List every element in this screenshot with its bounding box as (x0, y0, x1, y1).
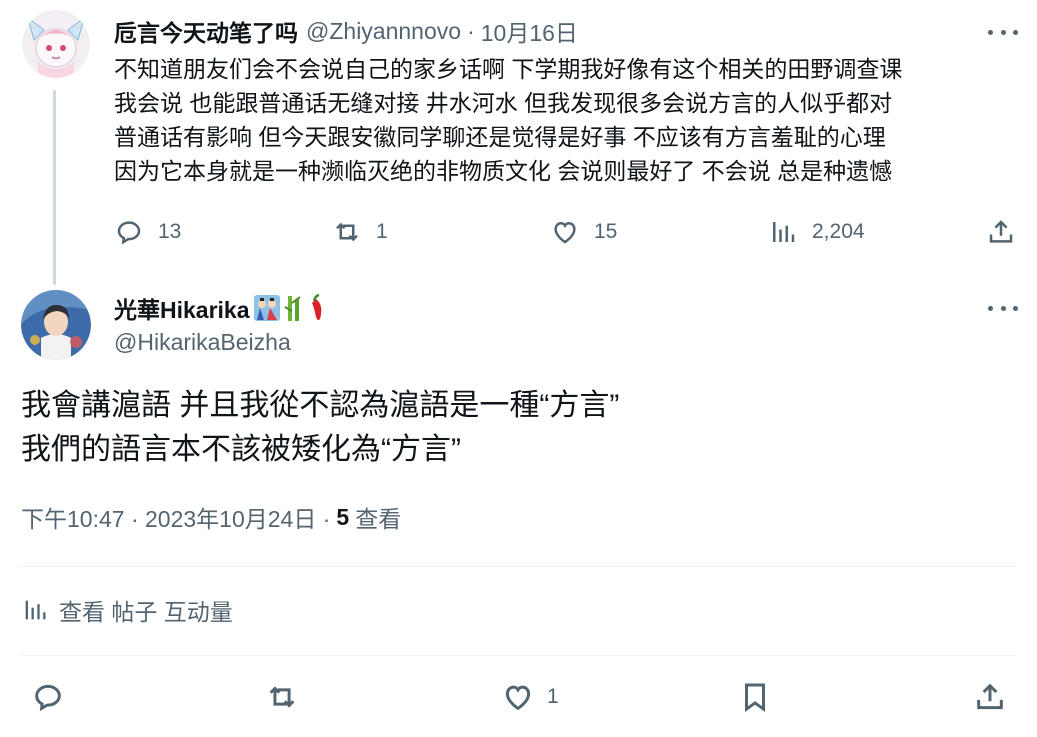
analytics-icon (773, 222, 795, 242)
parent-text-line: 我会说 也能跟普通话无缝对接 井水河水 但我发现很多会说方言的人似乎都对 (114, 90, 893, 116)
parent-reply-button[interactable]: 13 (114, 212, 181, 252)
bookmark-icon (745, 683, 765, 712)
views-count: 5 (336, 503, 350, 530)
emoji-badges (252, 293, 326, 323)
parent-tweet[interactable]: 卮言今天动笔了吗 @Zhiyannnovo · 10月16日 不知道朋友们会不会… (0, 0, 1037, 285)
parent-repost-button[interactable]: 1 (332, 212, 388, 252)
parent-more-icon[interactable] (988, 22, 1018, 42)
parent-tweet-text: 不知道朋友们会不会说自己的家乡话啊 下学期我好像有这个相关的田野调查课 我会说 … (114, 52, 1024, 188)
divider (21, 566, 1017, 567)
separator-dot: · (467, 17, 475, 44)
bamboo-icon (284, 296, 301, 321)
heart-icon (505, 685, 531, 711)
share-icon (989, 220, 1013, 243)
share-button[interactable] (973, 677, 1007, 717)
parent-like-count: 15 (594, 220, 618, 243)
parent-handle[interactable]: @Zhiyannnovo (306, 18, 461, 45)
engagement-label: 查看 帖子 互动量 (59, 599, 233, 625)
hina-doll-icon (253, 295, 280, 321)
parent-action-bar: 13 1 15 2,204 (114, 212, 1024, 252)
parent-header: 卮言今天动笔了吗 @Zhiyannnovo · 10月16日 (114, 14, 578, 48)
parent-text-line: 普通话有影响 但今天跟安徽同学聊还是觉得是好事 不应该有方言羞耻的心理 (114, 124, 886, 150)
parent-avatar[interactable] (22, 10, 90, 78)
thread-connector (53, 90, 56, 285)
share-icon (977, 683, 1003, 710)
heart-icon (554, 221, 576, 244)
reply-action-bar: 1 (0, 677, 1037, 721)
reply-icon (117, 221, 141, 245)
like-count: 1 (547, 685, 559, 708)
parent-reply-count: 13 (158, 220, 182, 243)
parent-date[interactable]: 10月16日 (481, 14, 578, 48)
timestamp[interactable]: 下午10:47 · 2023年10月24日 · (21, 500, 330, 534)
bookmark-button[interactable] (738, 677, 772, 717)
reply-text-line: 我會講滬語 并且我從不認為滬語是一種“方言” (21, 389, 620, 422)
reply-more-icon[interactable] (988, 298, 1018, 318)
views-label: 查看 (355, 506, 402, 532)
reply-display-name[interactable]: 光華Hikarika (114, 291, 250, 325)
tweet-meta: 下午10:47 · 2023年10月24日 · 5 查看 (21, 500, 401, 534)
reply-display-name-row: 光華Hikarika (114, 290, 326, 326)
reply-icon (35, 684, 61, 712)
repost-icon (269, 686, 295, 708)
divider (21, 655, 1017, 656)
view-engagement-link[interactable]: 查看 帖子 互动量 (21, 593, 233, 627)
parent-share-button[interactable] (986, 212, 1016, 252)
parent-text-line: 因为它本身就是一种濒临灭绝的非物质文化 会说则最好了 不会说 总是种遗憾 (114, 158, 893, 184)
chili-pepper-icon (311, 293, 321, 321)
parent-like-button[interactable]: 15 (550, 212, 617, 252)
parent-views-button[interactable]: 2,204 (768, 212, 865, 252)
reply-button[interactable] (31, 677, 65, 717)
parent-text-line: 不知道朋友们会不会说自己的家乡话啊 下学期我好像有这个相关的田野调查课 (114, 56, 903, 82)
parent-repost-count: 1 (376, 220, 388, 243)
analytics-icon (25, 600, 46, 620)
reply-text-line: 我們的語言本不該被矮化為“方言” (21, 433, 461, 466)
reply-handle[interactable]: @HikarikaBeizha (114, 326, 291, 358)
reply-tweet-text: 我會講滬語 并且我從不認為滬語是一種“方言” 我們的語言本不該被矮化為“方言” (21, 384, 1021, 472)
tweet-detail-page: 卮言今天动笔了吗 @Zhiyannnovo · 10月16日 不知道朋友们会不会… (0, 0, 1037, 737)
parent-display-name[interactable]: 卮言今天动笔了吗 (114, 14, 298, 48)
repost-icon (336, 222, 358, 242)
repost-button[interactable] (265, 677, 299, 717)
like-button[interactable]: 1 (501, 677, 559, 717)
reply-avatar[interactable] (21, 290, 91, 360)
parent-view-count: 2,204 (812, 220, 865, 243)
